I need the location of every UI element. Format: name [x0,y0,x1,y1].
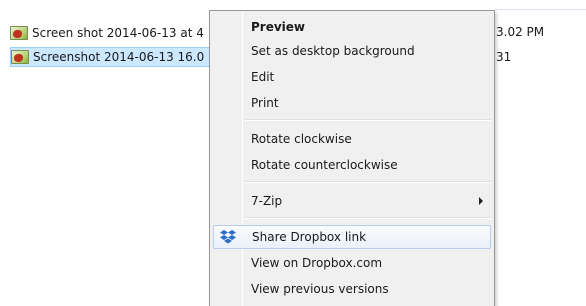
menu-item-rotate-counterclockwise[interactable]: Rotate counterclockwise [213,153,491,177]
file-row-selected[interactable]: Screenshot 2014-06-13 16.0 [10,47,210,67]
menu-separator [245,217,491,219]
menu-separator [245,119,491,121]
menu-item-view-previous-versions[interactable]: View previous versions [213,277,491,301]
menu-item-7-zip[interactable]: 7-Zip [213,189,491,213]
menu-item-preview[interactable]: Preview [213,15,491,39]
menu-item-label: View on Dropbox.com [251,256,383,270]
file-name: Screenshot 2014-06-13 16.0 [33,50,205,64]
menu-item-label: Preview [251,20,306,34]
submenu-arrow-icon [479,197,483,205]
context-menu: Preview Set as desktop background Edit P… [209,10,495,306]
menu-item-label: Rotate counterclockwise [251,158,398,172]
file-date-partial: 3.02 PM [496,25,545,39]
menu-item-label: Rotate clockwise [251,132,352,146]
file-name: Screen shot 2014-06-13 at 4 [32,26,204,40]
window-edge-line [495,9,586,10]
menu-item-edit[interactable]: Edit [213,65,491,89]
file-date-partial: 31 [496,50,512,64]
menu-item-print[interactable]: Print [213,91,491,115]
menu-item-label: Edit [251,70,275,84]
menu-item-label: Set as desktop background [251,44,415,58]
menu-item-label: Print [251,96,279,110]
menu-item-set-desktop-background[interactable]: Set as desktop background [213,39,491,63]
menu-item-rotate-clockwise[interactable]: Rotate clockwise [213,127,491,151]
menu-item-share-dropbox-link[interactable]: Share Dropbox link [213,225,491,249]
dropbox-icon [220,230,236,244]
image-file-icon [10,26,28,40]
image-file-icon [11,50,29,64]
file-row[interactable]: Screen shot 2014-06-13 at 4 [10,23,210,43]
menu-item-label: Share Dropbox link [252,230,367,244]
menu-item-view-on-dropbox[interactable]: View on Dropbox.com [213,251,491,275]
menu-item-label: 7-Zip [251,194,283,208]
menu-item-label: View previous versions [251,282,389,296]
menu-separator [245,181,491,183]
